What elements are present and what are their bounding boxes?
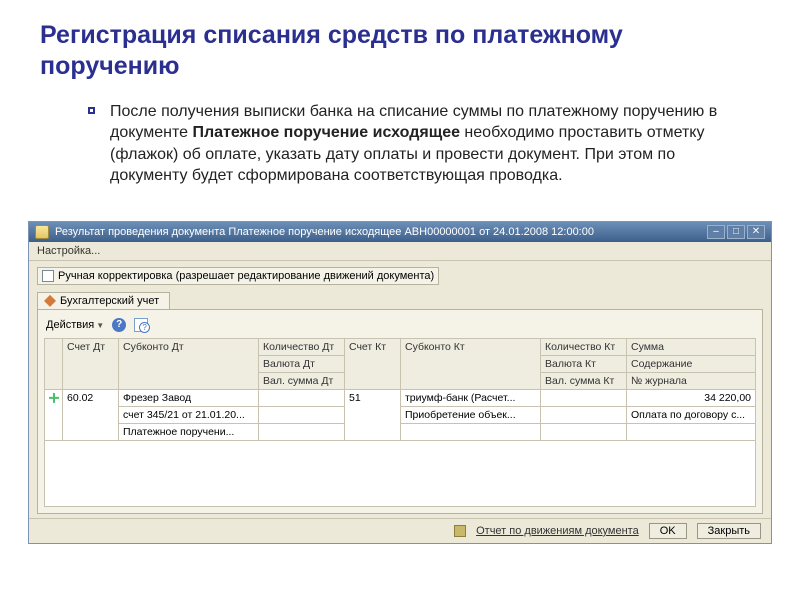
window-title: Результат проведения документа Платежное…	[55, 226, 707, 238]
col-account-kt: Счет Кт	[345, 338, 401, 389]
col-journal: № журнала	[627, 372, 756, 389]
cell-valsum-dt	[259, 423, 345, 440]
maximize-button[interactable]: □	[727, 225, 745, 239]
menubar: Настройка...	[29, 242, 771, 261]
cell-subconto-dt-3: Платежное поручени...	[119, 423, 259, 440]
cell-subconto-dt-2: счет 345/21 от 21.01.20...	[119, 406, 259, 423]
cell-journal	[627, 423, 756, 440]
help-icon[interactable]: ?	[112, 318, 126, 332]
cell-subconto-kt-1: триумф-банк (Расчет...	[401, 389, 541, 406]
cell-qty-kt	[541, 389, 627, 406]
table-header-row-1: Счет Дт Субконто Дт Количество Дт Счет К…	[45, 338, 756, 355]
chevron-down-icon: ▼	[96, 321, 104, 330]
cell-account-kt: 51	[345, 389, 401, 440]
app-window: Результат проведения документа Платежное…	[28, 221, 772, 544]
cell-currency-kt	[541, 406, 627, 423]
bullet-icon	[88, 107, 95, 114]
document-icon	[35, 225, 49, 239]
cell-subconto-kt-3	[401, 423, 541, 440]
titlebar: Результат проведения документа Платежное…	[29, 222, 771, 242]
col-currency-dt: Валюта Дт	[259, 355, 345, 372]
cell-subconto-dt-1: Фрезер Завод	[119, 389, 259, 406]
table-whitespace	[44, 441, 756, 507]
ok-button[interactable]: OK	[649, 523, 687, 539]
col-qty-dt: Количество Дт	[259, 338, 345, 355]
tab-label: Бухгалтерский учет	[60, 295, 159, 307]
posting-icon	[49, 393, 59, 403]
tab-icon	[44, 295, 56, 307]
slide-heading: Регистрация списания средств по платежно…	[40, 20, 760, 83]
col-qty-kt: Количество Кт	[541, 338, 627, 355]
body-bold: Платежное поручение исходящее	[192, 124, 460, 141]
col-currency-kt: Валюта Кт	[541, 355, 627, 372]
cell-account-dt: 60.02	[63, 389, 119, 440]
actions-menu[interactable]: Действия▼	[46, 319, 104, 331]
postings-table: Счет Дт Субконто Дт Количество Дт Счет К…	[44, 338, 756, 441]
col-account-dt: Счет Дт	[63, 338, 119, 389]
cell-content: Оплата по договору с...	[627, 406, 756, 423]
table-row: Платежное поручени...	[45, 423, 756, 440]
close-button[interactable]: ✕	[747, 225, 765, 239]
manual-correction-checkbox[interactable]	[42, 270, 54, 282]
minimize-button[interactable]: –	[707, 225, 725, 239]
window-footer: Отчет по движениям документа OK Закрыть	[29, 518, 771, 543]
table-row: счет 345/21 от 21.01.20... Приобретение …	[45, 406, 756, 423]
slide-body: После получения выписки банка на списани…	[110, 101, 740, 187]
manual-correction-label: Ручная корректировка (разрешает редактир…	[58, 270, 434, 282]
printer-icon	[454, 525, 466, 537]
report-link[interactable]: Отчет по движениям документа	[476, 525, 639, 537]
cell-qty-dt	[259, 389, 345, 406]
close-window-button[interactable]: Закрыть	[697, 523, 761, 539]
cell-currency-dt	[259, 406, 345, 423]
table-row[interactable]: 60.02 Фрезер Завод 51 триумф-банк (Расче…	[45, 389, 756, 406]
cell-sum: 34 220,00	[627, 389, 756, 406]
col-content: Содержание	[627, 355, 756, 372]
menu-settings[interactable]: Настройка...	[37, 245, 100, 257]
col-icon	[45, 338, 63, 389]
col-subconto-dt: Субконто Дт	[119, 338, 259, 389]
col-sum: Сумма	[627, 338, 756, 355]
tab-accounting[interactable]: Бухгалтерский учет	[37, 292, 170, 309]
col-valsum-kt: Вал. сумма Кт	[541, 372, 627, 389]
sheet-help-icon[interactable]	[134, 318, 148, 332]
col-subconto-kt: Субконто Кт	[401, 338, 541, 389]
cell-valsum-kt	[541, 423, 627, 440]
cell-subconto-kt-2: Приобретение объек...	[401, 406, 541, 423]
tab-body: Действия▼ ? Счет Дт Субконто Дт Количест…	[37, 309, 763, 514]
col-valsum-dt: Вал. сумма Дт	[259, 372, 345, 389]
manual-correction-row[interactable]: Ручная корректировка (разрешает редактир…	[37, 267, 439, 285]
